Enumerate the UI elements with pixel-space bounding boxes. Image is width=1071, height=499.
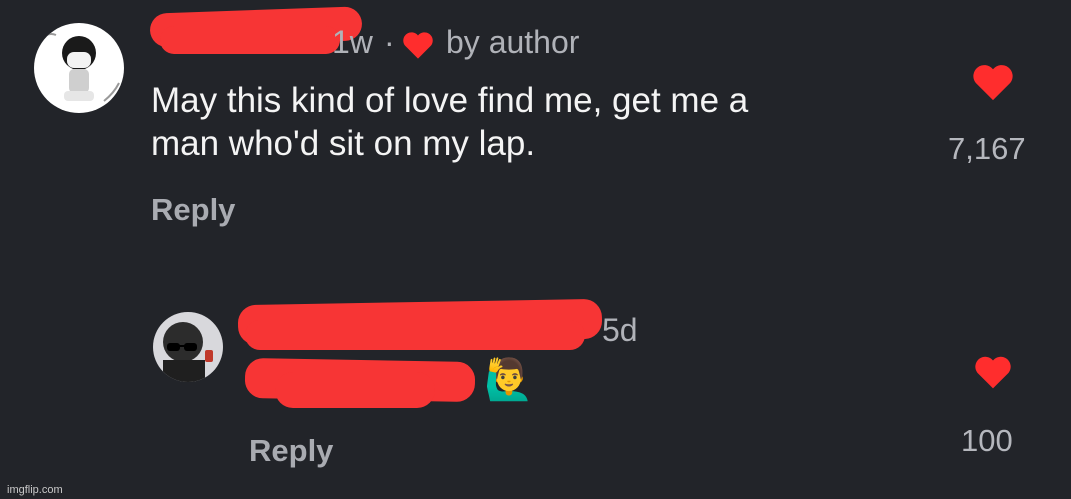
reply-age: 5d bbox=[602, 312, 638, 348]
reply-button[interactable]: Reply bbox=[151, 192, 235, 228]
redacted-username bbox=[160, 26, 340, 54]
redacted-mention bbox=[275, 372, 435, 408]
replier-avatar[interactable] bbox=[153, 312, 223, 382]
sunglasses-avatar-icon bbox=[163, 322, 213, 382]
watermark: imgflip.com bbox=[7, 484, 63, 496]
commenter-avatar[interactable] bbox=[34, 23, 124, 113]
author-badge: by author bbox=[446, 24, 580, 60]
author-heart-icon bbox=[403, 32, 433, 59]
meta-separator: · bbox=[384, 24, 395, 60]
like-heart-icon[interactable] bbox=[973, 354, 1013, 390]
redacted-username bbox=[245, 320, 585, 350]
comment-text-line: May this kind of love find me, get me a bbox=[151, 81, 749, 120]
comment-age: 1w bbox=[332, 24, 373, 60]
like-heart-icon[interactable] bbox=[971, 62, 1015, 102]
reply-button[interactable]: Reply bbox=[249, 433, 333, 469]
raising-hand-emoji: 🙋‍♂️ bbox=[484, 358, 534, 402]
like-count: 7,167 bbox=[948, 131, 1026, 166]
like-count: 100 bbox=[961, 423, 1013, 458]
comment-text-line: man who'd sit on my lap. bbox=[151, 124, 536, 163]
chibi-avatar-icon bbox=[38, 33, 120, 102]
